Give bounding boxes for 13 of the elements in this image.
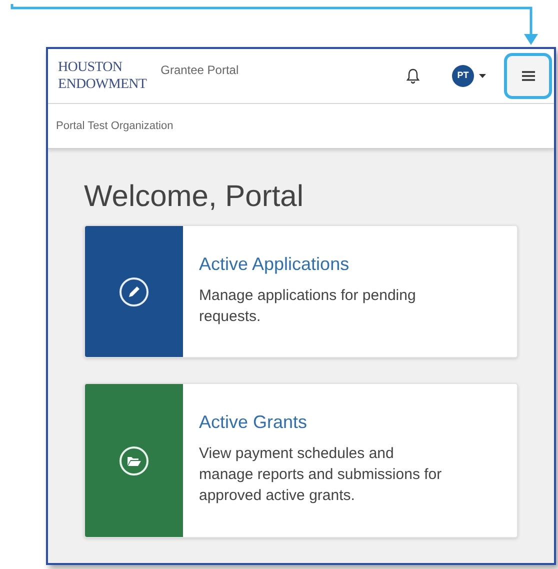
logo-text: ENDOWMENT [58, 76, 147, 93]
card-description: Manage applications for pending requests. [199, 286, 417, 327]
logo-text: HOUSTON [58, 59, 124, 76]
dashboard-card[interactable]: Active Grants View payment schedules and manage reports and submissions for approved active grants. [84, 383, 518, 538]
organization-name: Portal Test Organization [56, 118, 174, 134]
user-menu-button[interactable]: PT [452, 65, 486, 87]
card-description: View payment schedules and manage reports and submissions for approved active grants. [199, 444, 443, 506]
dashboard-card[interactable]: Active Applications Manage applications for pending requests. [84, 225, 518, 358]
welcome-heading: Welcome, Portal [84, 179, 305, 215]
card-title-link[interactable]: Active Applications [199, 253, 447, 275]
card-title-link[interactable]: Active Grants [199, 411, 447, 433]
portal-name: Grantee Portal [160, 62, 239, 79]
avatar-initials: PT [452, 65, 474, 87]
